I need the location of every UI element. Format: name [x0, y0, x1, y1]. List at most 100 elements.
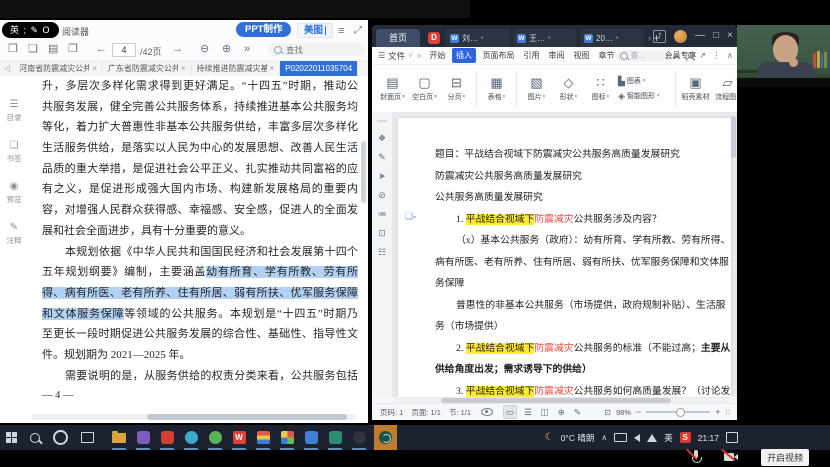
zoom-out-icon[interactable]: ⊖ [200, 44, 209, 55]
open-file-icon[interactable]: ❒ [8, 44, 18, 55]
taskbar-app-video-app[interactable] [134, 425, 152, 450]
avatar[interactable] [674, 30, 687, 43]
next-page-icon[interactable]: → [172, 44, 183, 55]
ribbon-item[interactable]: ∷图标▾ [586, 68, 615, 110]
taskbar-app-maps-app[interactable] [326, 425, 344, 450]
ribbon-item[interactable]: ▧图片▾ [522, 68, 551, 110]
ime-mode-label[interactable]: 英 [664, 432, 673, 444]
account-icon[interactable] [686, 52, 693, 60]
start-video-button[interactable]: 开启视频 [761, 449, 809, 466]
adjust-tool-icon[interactable]: ≔ [378, 209, 387, 219]
pdf-sidebar-bookmark[interactable]: ❏书签 [0, 141, 28, 164]
box-tool-icon[interactable]: ⊡ [378, 228, 386, 238]
weather-icon[interactable]: ☾ [545, 432, 554, 443]
zoom-in-button[interactable]: + [715, 407, 720, 417]
webcam-video[interactable] [737, 25, 830, 87]
camera-off-icon[interactable] [724, 451, 739, 463]
forbid-tool-icon[interactable]: ⊘ [378, 190, 386, 200]
taskbar-app-thunder-app[interactable] [158, 425, 176, 450]
wps-doc-tab[interactable]: W20…• [580, 29, 644, 47]
cloud-sync-icon[interactable]: ☁ [672, 51, 681, 60]
select-tool-icon[interactable]: ➤ [378, 171, 386, 181]
menubar-overflow-icon[interactable]: » [417, 51, 421, 60]
network-icon[interactable] [647, 434, 657, 442]
share-icon[interactable]: ↗ [699, 51, 706, 60]
ribbon-item[interactable]: ⊟分页▾ [442, 68, 471, 110]
ribbon-item[interactable]: ▢空白页▾ [410, 68, 439, 110]
minimize-button[interactable]: — [695, 31, 705, 41]
volume-icon[interactable] [634, 434, 640, 442]
search-input[interactable] [286, 45, 346, 55]
print-icon[interactable]: ▤ [48, 44, 58, 55]
clock[interactable]: 21:17 [698, 433, 719, 443]
zoom-level[interactable]: 98% [616, 408, 631, 417]
action-center-icon[interactable] [726, 432, 738, 443]
more-options-icon[interactable]: ⋮ [712, 51, 721, 60]
document-page[interactable]: ❏▾ 题目：平战结合视域下防震减灾公共服务高质量发展研究防震减灾公共服务高质量发… [398, 118, 731, 397]
prev-page-icon[interactable]: ← [96, 44, 107, 55]
ribbon-item[interactable]: ▦表格▾ [482, 68, 511, 110]
zoom-out-button[interactable]: − [636, 407, 641, 417]
pdf-tab[interactable]: 广东省防震减灾公共服务体× [103, 61, 192, 76]
web-layout-icon[interactable]: ⊕ [556, 406, 567, 418]
tab-scroll-left-icon[interactable]: ◁ [4, 64, 10, 73]
menu-item[interactable]: 插入 [452, 48, 476, 63]
close-tab-icon[interactable]: × [181, 64, 186, 73]
wps-doc-tab[interactable]: W刘…• [446, 29, 510, 47]
asset-tool-icon[interactable]: ❖ [378, 133, 386, 143]
pdf-vertical-scrollbar[interactable] [361, 82, 366, 407]
ribbon-item[interactable]: ▣稻壳素材 [681, 68, 710, 110]
pdf-sidebar-toc[interactable]: ☰目录 [0, 100, 28, 123]
scrollbar-thumb[interactable] [147, 414, 347, 420]
margin-comment-icon[interactable]: ❏▾ [405, 211, 416, 222]
copy-icon[interactable]: ❐ [68, 44, 78, 55]
taskbar-app-media-player[interactable] [350, 425, 368, 450]
fit-page-icon[interactable]: ⊡ [604, 408, 611, 417]
microphone-muted-icon[interactable] [690, 450, 702, 465]
pdf-tab[interactable]: 持续推进防震减灾基本公共× [192, 61, 281, 76]
pen-tool-icon[interactable]: ✎ [378, 152, 386, 162]
zoom-in-icon[interactable]: ⊕ [222, 44, 231, 55]
taskbar-search-icon[interactable] [30, 433, 40, 443]
taskbar-app-meeting-app[interactable] [374, 425, 397, 450]
pdf-tab[interactable]: 河南省防震减灾公共服务指× [14, 61, 103, 76]
fullscreen-icon[interactable]: ∷ [726, 408, 731, 416]
menu-item[interactable]: 开始 [430, 50, 446, 61]
window-count-badge[interactable]: 7 [653, 30, 666, 43]
wps-home-tab[interactable]: 首页 [376, 29, 420, 47]
command-search-box[interactable]: 查... [616, 50, 666, 62]
scrollbar-thumb[interactable] [731, 116, 736, 158]
touch-keyboard-icon[interactable] [614, 433, 627, 442]
maximize-button[interactable]: □ [713, 31, 719, 41]
taskbar-app-photos-app[interactable] [302, 425, 320, 450]
scrollbar-thumb[interactable] [361, 141, 366, 203]
tab-overflow-icon[interactable]: › [648, 33, 651, 43]
cortana-icon[interactable] [53, 430, 68, 445]
zoom-slider[interactable] [646, 411, 710, 413]
taskbar-app-360-browser[interactable] [206, 425, 224, 450]
menu-item[interactable]: 页面布局 [483, 50, 515, 61]
collapse-ribbon-icon[interactable]: ∧ [727, 51, 733, 60]
sogou-ime-icon[interactable]: S [680, 432, 691, 443]
start-button[interactable] [6, 432, 17, 443]
eye-protect-icon[interactable] [481, 408, 493, 416]
pdf-sidebar-preview[interactable]: ◉预览 [0, 182, 28, 205]
wps-doc-tab[interactable]: W王…• [513, 29, 577, 47]
close-tab-icon[interactable]: × [270, 64, 275, 73]
ink-icon[interactable]: ✎ [572, 406, 583, 418]
taskbar-app-store-app[interactable] [278, 425, 296, 450]
taskbar-app-music-app[interactable] [254, 425, 272, 450]
page-number-input[interactable]: 4 [112, 43, 136, 57]
tray-expand-icon[interactable]: ∧ [601, 433, 607, 442]
rail-handle[interactable] [377, 120, 387, 122]
close-button[interactable]: × [727, 31, 733, 41]
menu-item[interactable]: 引用 [524, 50, 540, 61]
pdf-search-box[interactable] [268, 43, 366, 56]
toolbar-more-icon[interactable]: » [244, 44, 250, 55]
pdf-horizontal-scrollbar[interactable] [32, 414, 356, 420]
ribbon-item[interactable]: ▙图表▾ [618, 76, 670, 87]
outline-view-icon[interactable]: ☰ [522, 406, 534, 418]
file-menu[interactable]: ☰文件∨ [378, 50, 413, 62]
taskbar-app-file-explorer[interactable] [110, 425, 128, 450]
wps-vertical-scrollbar[interactable] [731, 116, 736, 393]
